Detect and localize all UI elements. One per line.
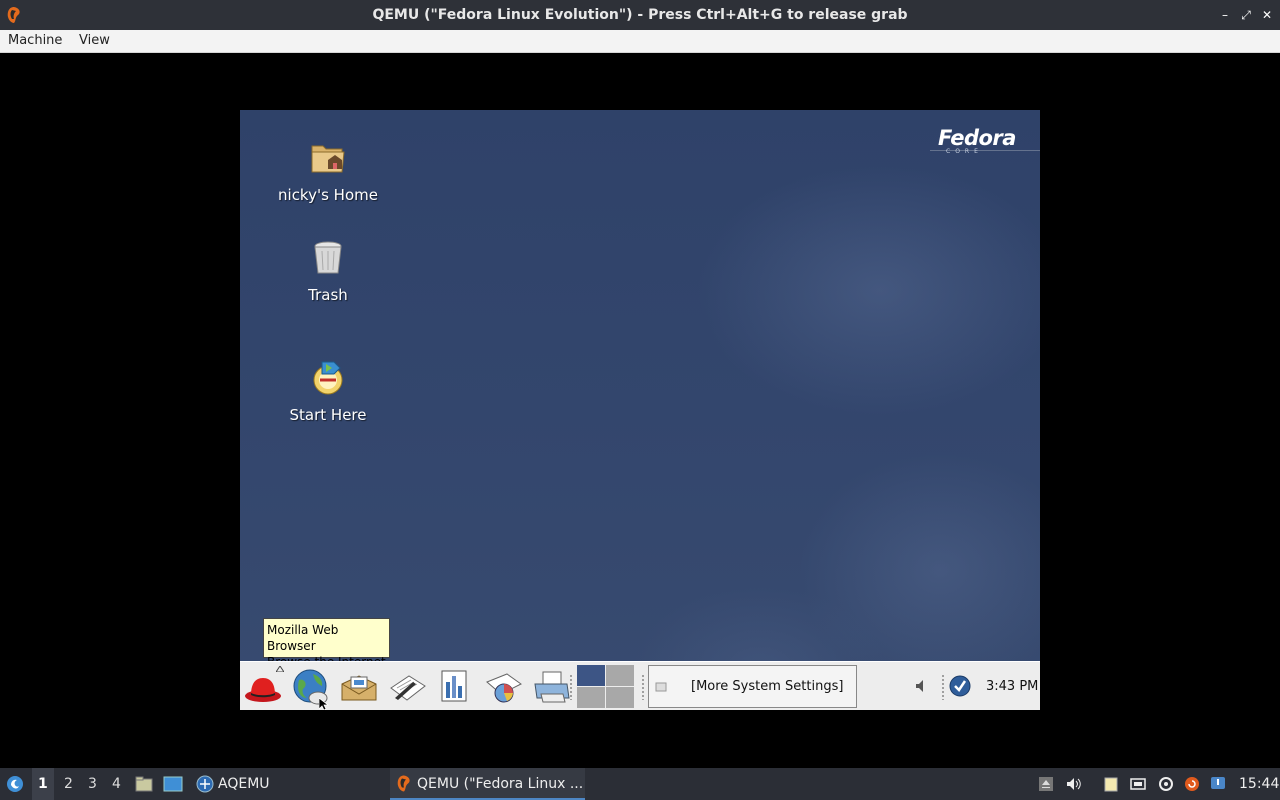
menubar: Machine View xyxy=(0,30,1280,53)
eject-icon[interactable] xyxy=(1038,776,1054,792)
clipboard-icon[interactable] xyxy=(1103,776,1119,792)
home-folder-icon xyxy=(311,145,345,173)
file-manager-icon[interactable] xyxy=(135,775,153,793)
mouse-pointer-icon xyxy=(319,698,329,710)
tooltip-title: Mozilla Web Browser xyxy=(267,623,339,653)
guest-panel: [More System Settings] 3:43 PM xyxy=(240,661,1040,710)
window-title: QEMU ("Fedora Linux Evolution") - Press … xyxy=(372,7,908,23)
fedora-logo-sub: CORE xyxy=(946,148,983,155)
panel-handle[interactable] xyxy=(941,674,945,700)
volume-icon[interactable] xyxy=(1066,776,1082,792)
show-desktop-icon[interactable] xyxy=(163,775,183,793)
active-task-button[interactable]: QEMU ("Fedora Linux ... xyxy=(390,768,585,800)
aqemu-icon[interactable] xyxy=(196,775,214,793)
menu-arrow-icon xyxy=(276,666,284,672)
host-clock[interactable]: 15:44 xyxy=(1239,768,1279,800)
qemu-task-icon xyxy=(397,775,410,792)
guest-clock[interactable]: 3:43 PM xyxy=(986,662,1038,710)
start-menu-icon[interactable] xyxy=(6,775,24,793)
desktop-icon-label: nicky's Home xyxy=(278,186,378,204)
volume-icon[interactable] xyxy=(914,678,928,694)
presentation-icon[interactable] xyxy=(483,668,523,706)
fedora-logo: Fedora xyxy=(938,126,1016,150)
tooltip: Mozilla Web Browser Browse the Internet xyxy=(263,618,390,669)
trash-icon xyxy=(314,241,342,274)
panel-handle[interactable] xyxy=(641,674,645,700)
sync-icon[interactable] xyxy=(1158,776,1174,792)
maximize-button[interactable]: ⤢ xyxy=(1238,7,1254,23)
workspace-3[interactable] xyxy=(577,687,605,708)
minimize-button[interactable]: – xyxy=(1217,7,1233,23)
host-workspace-1[interactable]: 1 xyxy=(32,768,54,800)
updates-icon[interactable] xyxy=(1184,776,1200,792)
email-icon[interactable] xyxy=(339,668,379,706)
menu-view[interactable]: View xyxy=(79,30,110,52)
aqemu-launcher[interactable]: AQEMU xyxy=(218,768,270,800)
start-here-icon xyxy=(313,361,343,395)
desktop-icon-label: Trash xyxy=(308,286,348,304)
host-workspace-3[interactable]: 3 xyxy=(88,768,97,800)
active-task-label: QEMU ("Fedora Linux ... xyxy=(417,776,584,792)
info-icon[interactable] xyxy=(1210,776,1226,792)
desktop-icon-home[interactable]: nicky's Home xyxy=(268,138,388,204)
desktop-icon-start-here[interactable]: Start Here xyxy=(268,358,388,424)
close-button[interactable]: ✕ xyxy=(1259,7,1275,23)
workspace-4[interactable] xyxy=(606,687,634,708)
update-notifier-icon[interactable] xyxy=(949,675,971,697)
panel-handle[interactable] xyxy=(569,674,573,700)
printer-icon[interactable] xyxy=(531,668,571,706)
guest-screen[interactable]: Fedora CORE nicky's Home Trash Start Her… xyxy=(240,110,1040,710)
desktop-icon-label: Start Here xyxy=(289,406,367,424)
workspace-1[interactable] xyxy=(577,665,605,686)
tasklist-button[interactable]: [More System Settings] xyxy=(648,665,857,708)
settings-window-icon xyxy=(655,682,667,692)
workspace-2[interactable] xyxy=(606,665,634,686)
workspace-switcher[interactable] xyxy=(577,665,635,709)
host-workspace-4[interactable]: 4 xyxy=(112,768,121,800)
tasklist-label: [More System Settings] xyxy=(691,679,844,694)
redhat-menu-icon[interactable] xyxy=(243,668,283,706)
menu-machine[interactable]: Machine xyxy=(8,30,62,52)
window-titlebar[interactable]: QEMU ("Fedora Linux Evolution") - Press … xyxy=(0,0,1280,30)
host-workspace-2[interactable]: 2 xyxy=(64,768,73,800)
text-editor-icon[interactable] xyxy=(387,668,427,706)
desktop-icon-trash[interactable]: Trash xyxy=(268,238,388,304)
host-taskbar: 1 2 3 4 AQEMU QEMU ("Fedora Linux ... 15… xyxy=(0,768,1280,800)
spreadsheet-icon[interactable] xyxy=(435,668,475,706)
network-icon[interactable] xyxy=(1130,776,1146,792)
